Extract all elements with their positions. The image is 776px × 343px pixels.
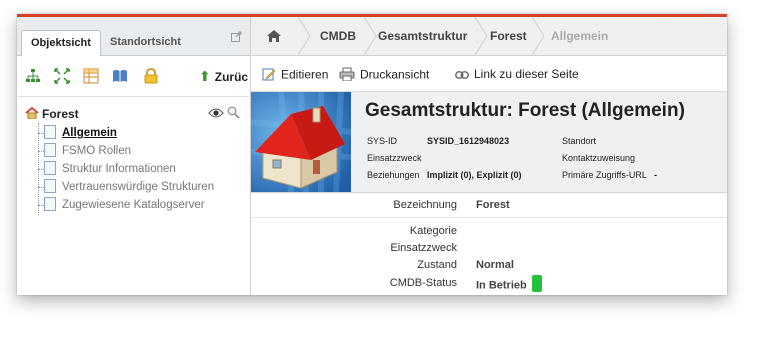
detail-row-zustand: Zustand Normal <box>251 256 727 274</box>
breadcrumb-separator <box>474 17 488 55</box>
detail-row-einsatzzweck: Einsatzzweck <box>251 239 727 257</box>
access-url-label: Primäre Zugriffs-URL <box>562 170 647 180</box>
breadcrumb-cmdb[interactable]: CMDB <box>320 17 356 55</box>
cmdb-status-text: In Betrieb <box>476 279 527 292</box>
tree-structure-icon[interactable] <box>25 68 41 84</box>
sysid-value: SYSID_1612948023 <box>427 136 510 146</box>
zustand-value: Normal <box>476 259 514 271</box>
tree-root-forest[interactable]: Forest <box>25 105 79 123</box>
print-label: Druckansicht <box>360 67 430 82</box>
breadcrumb-forest[interactable]: Forest <box>490 17 527 55</box>
breadcrumb-allgemein: Allgemein <box>551 29 609 43</box>
access-url-value: - <box>654 170 657 180</box>
cmdb-status-label: CMDB-Status <box>389 277 457 289</box>
cmdb-status-value: In Betrieb <box>476 275 542 294</box>
detail-row-bezeichnung: Bezeichnung Forest <box>251 196 727 214</box>
einsatzzweck-label: Einsatzzweck <box>390 242 457 254</box>
main-panel: CMDB Gesamtstruktur Forest Allgemein Edi… <box>251 17 727 295</box>
breadcrumb-gesamtstruktur[interactable]: Gesamtstruktur <box>378 17 467 55</box>
pencil-icon <box>262 67 276 84</box>
tree-root-label: Forest <box>42 107 79 121</box>
document-icon <box>44 160 56 175</box>
document-icon <box>44 142 56 157</box>
bezeichnung-value: Forest <box>476 199 510 211</box>
back-button[interactable]: ⬆ Zurüc <box>199 68 248 85</box>
app-window: Objektsicht Standortsicht ⬆ Zurüc Forest… <box>17 14 727 295</box>
tree-item-label: Zugewiesene Katalogserver <box>62 199 205 211</box>
breadcrumb-separator <box>297 17 311 55</box>
printer-icon <box>339 67 355 84</box>
house-icon <box>25 106 39 124</box>
expand-arrows-icon[interactable] <box>54 68 70 84</box>
eye-icon[interactable] <box>208 107 224 119</box>
tree-item-allgemein[interactable]: Allgemein <box>44 124 117 142</box>
tab-objektsicht[interactable]: Objektsicht <box>21 30 101 56</box>
tree-item-fsmo-rollen[interactable]: FSMO Rollen <box>44 142 131 160</box>
tab-standortsicht[interactable]: Standortsicht <box>101 30 190 55</box>
edit-button[interactable]: Editieren <box>262 67 328 84</box>
detail-divider <box>251 217 727 218</box>
view-tabs: Objektsicht Standortsicht <box>17 17 250 56</box>
book-icon[interactable] <box>112 68 128 84</box>
home-icon[interactable] <box>267 29 281 45</box>
status-indicator <box>531 275 542 292</box>
tree-item-struktur-informationen[interactable]: Struktur Informationen <box>44 160 176 178</box>
link-label: Link zu dieser Seite <box>474 67 579 81</box>
root-tools <box>208 106 240 122</box>
document-icon <box>44 196 56 211</box>
lock-icon[interactable] <box>143 68 159 84</box>
kategorie-label: Kategorie <box>409 225 457 237</box>
bezeichnung-label: Bezeichnung <box>393 199 457 211</box>
contact-label: Kontaktzuweisung <box>562 153 636 163</box>
tree-item-label: Vertrauenswürdige Strukturen <box>62 181 215 193</box>
print-view-button[interactable]: Druckansicht <box>339 67 429 84</box>
search-icon[interactable] <box>227 106 240 119</box>
breadcrumb-separator <box>531 17 545 55</box>
relations-label: Beziehungen <box>367 170 420 180</box>
back-label: Zurüc <box>214 70 249 84</box>
breadcrumb-separator <box>363 17 377 55</box>
zustand-label: Zustand <box>417 259 457 271</box>
relations-value[interactable]: Implizit (0), Explizit (0) <box>427 170 522 180</box>
document-icon <box>44 124 56 139</box>
up-arrow-icon: ⬆ <box>199 68 211 84</box>
edit-label: Editieren <box>281 67 329 82</box>
page-title: Gesamtstruktur: Forest (Allgemein) <box>365 100 685 121</box>
tree-item-label: Struktur Informationen <box>62 163 176 175</box>
left-panel: Objektsicht Standortsicht ⬆ Zurüc Forest… <box>17 17 251 295</box>
link-icon <box>455 68 469 82</box>
permalink-button[interactable]: Link zu dieser Seite <box>455 67 579 82</box>
action-toolbar: Editieren Druckansicht Link zu dieser Se… <box>251 56 727 92</box>
object-header: Gesamtstruktur: Forest (Allgemein) SYS-I… <box>251 92 727 193</box>
tree-item-label: FSMO Rollen <box>62 145 132 157</box>
table-grid-icon[interactable] <box>83 68 99 84</box>
document-icon <box>44 178 56 193</box>
tree-item-label: Allgemein <box>62 127 117 139</box>
detail-row-cmdb-status: CMDB-Status In Betrieb <box>251 274 727 292</box>
location-label: Standort <box>562 136 597 146</box>
tree-item-vertrauenswuerdige-strukturen[interactable]: Vertrauenswürdige Strukturen <box>44 178 214 196</box>
purpose-label: Einsatzzweck <box>367 153 422 163</box>
breadcrumb: CMDB Gesamtstruktur Forest Allgemein <box>251 17 727 56</box>
sysid-label: SYS-ID <box>367 136 398 146</box>
popout-icon[interactable] <box>231 31 242 42</box>
tree-toolbar: ⬆ Zurüc <box>17 56 250 97</box>
tree-item-zugewiesene-katalogserver[interactable]: Zugewiesene Katalogserver <box>44 196 205 214</box>
house-thumbnail <box>251 92 351 192</box>
detail-row-kategorie: Kategorie <box>251 222 727 240</box>
